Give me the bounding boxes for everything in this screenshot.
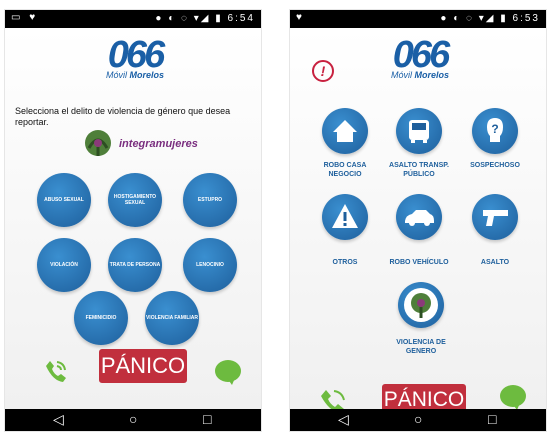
- panic-button[interactable]: PÁNICO: [99, 349, 187, 383]
- option-label: ASALTO: [480, 259, 510, 266]
- option-label: ESTUPRO: [197, 197, 223, 203]
- bus-icon: [396, 108, 442, 154]
- option-hostigamiento-sexual-button[interactable]: HOSTIGAMIENTO SEXUAL: [108, 173, 162, 227]
- logo-brand-name: Morelos: [414, 70, 450, 80]
- logo-brand: Móvil Morelos: [381, 70, 459, 80]
- option-trata-de-persona-button[interactable]: TRATA DE PERSONA: [108, 238, 162, 292]
- status-right: ● ◐ ◌ ▾◢ ▮ 6:54: [155, 13, 255, 24]
- option-label: VIOLACIÓN: [50, 262, 78, 268]
- status-time: 6:54: [227, 13, 255, 24]
- android-nav-bar: ◁ ○ □: [5, 409, 261, 431]
- partner-emblem-icon: [85, 130, 111, 156]
- right-phone-screen: ♥ ● ◐ ◌ ▾◢ ▮ 6:53 ! 066 Móvil Morelos RO…: [289, 9, 547, 432]
- app-logo: 066 Móvil Morelos: [96, 36, 174, 80]
- option-violencia-familiar-button[interactable]: VIOLENCIA FAMILIAR: [145, 291, 199, 345]
- option-label: SOSPECHOSO: [470, 162, 520, 169]
- report-prompt: Selecciona el delito de violencia de gén…: [15, 106, 231, 127]
- option-abuso-sexual-button[interactable]: ABUSO SEXUAL: [37, 173, 91, 227]
- app-content: 066 Móvil Morelos Selecciona el delito d…: [5, 28, 261, 411]
- option-label: ROBO CASA NEGOCIO: [323, 162, 367, 178]
- chat-bubble-icon[interactable]: [215, 360, 241, 385]
- chat-bubble-icon[interactable]: [500, 385, 526, 410]
- option-label: LENOCINIO: [196, 262, 224, 268]
- gun-icon: [472, 194, 518, 240]
- house-icon: [322, 108, 368, 154]
- logo-number: 066: [381, 36, 459, 74]
- back-icon[interactable]: ◁: [338, 411, 349, 428]
- recent-apps-icon[interactable]: □: [203, 411, 211, 427]
- status-left-icons: ▭ ♥: [11, 12, 39, 23]
- option-lenocinio-button[interactable]: LENOCINIO: [183, 238, 237, 292]
- alert-icon[interactable]: !: [312, 60, 334, 82]
- suspect-icon: ?: [472, 108, 518, 154]
- option-label: FEMINICIDIO: [85, 315, 117, 321]
- option-estupro-button[interactable]: ESTUPRO: [183, 173, 237, 227]
- status-bar: ♥ ● ◐ ◌ ▾◢ ▮ 6:53: [290, 10, 546, 28]
- home-icon[interactable]: ○: [414, 411, 422, 427]
- logo-number: 066: [96, 36, 174, 74]
- option-feminicidio-button[interactable]: FEMINICIDIO: [74, 291, 128, 345]
- logo-brand-prefix: Móvil: [390, 70, 412, 80]
- svg-text:?: ?: [491, 122, 498, 136]
- option-violacion-button[interactable]: VIOLACIÓN: [37, 238, 91, 292]
- gender-violence-emblem-icon: [398, 282, 444, 328]
- status-icons: ● ◐ ◌ ▾◢ ▮: [155, 13, 223, 24]
- logo-brand-prefix: Móvil: [105, 70, 127, 80]
- logo-brand-name: Morelos: [129, 70, 165, 80]
- partner-logo: integramujeres: [83, 128, 203, 160]
- option-label: ROBO VEHÍCULO: [389, 259, 449, 266]
- option-label: VIOLENCIA FAMILIAR: [145, 315, 199, 321]
- status-right: ● ◐ ◌ ▾◢ ▮ 6:53: [440, 13, 540, 24]
- option-label: HOSTIGAMIENTO SEXUAL: [113, 194, 157, 206]
- option-label: VIOLENCIA DE GENERO: [396, 339, 446, 355]
- android-nav-bar: ◁ ○ □: [290, 409, 546, 431]
- option-label: OTROS: [332, 259, 358, 266]
- warning-icon: [322, 194, 368, 240]
- option-label: TRATA DE PERSONA: [109, 262, 161, 268]
- status-icons: ● ◐ ◌ ▾◢ ▮: [440, 13, 508, 24]
- status-bar: ▭ ♥ ● ◐ ◌ ▾◢ ▮ 6:54: [5, 10, 261, 28]
- phone-call-icon[interactable]: [43, 358, 69, 384]
- app-logo: 066 Móvil Morelos: [381, 36, 459, 80]
- left-phone-screen: ▭ ♥ ● ◐ ◌ ▾◢ ▮ 6:54 066 Móvil Morelos Se…: [4, 9, 262, 432]
- logo-brand: Móvil Morelos: [96, 70, 174, 80]
- car-icon: [396, 194, 442, 240]
- app-content: ! 066 Móvil Morelos ROBO CASA NEGOCIO AS…: [290, 28, 546, 416]
- status-time: 6:53: [512, 13, 540, 24]
- recent-apps-icon[interactable]: □: [488, 411, 496, 427]
- status-left-icons: ♥: [296, 12, 305, 23]
- home-icon[interactable]: ○: [129, 411, 137, 427]
- partner-logo-text: integramujeres: [119, 138, 198, 150]
- option-label: ASALTO TRANSP. PÚBLICO: [389, 162, 449, 178]
- back-icon[interactable]: ◁: [53, 411, 64, 428]
- option-label: ABUSO SEXUAL: [44, 197, 84, 203]
